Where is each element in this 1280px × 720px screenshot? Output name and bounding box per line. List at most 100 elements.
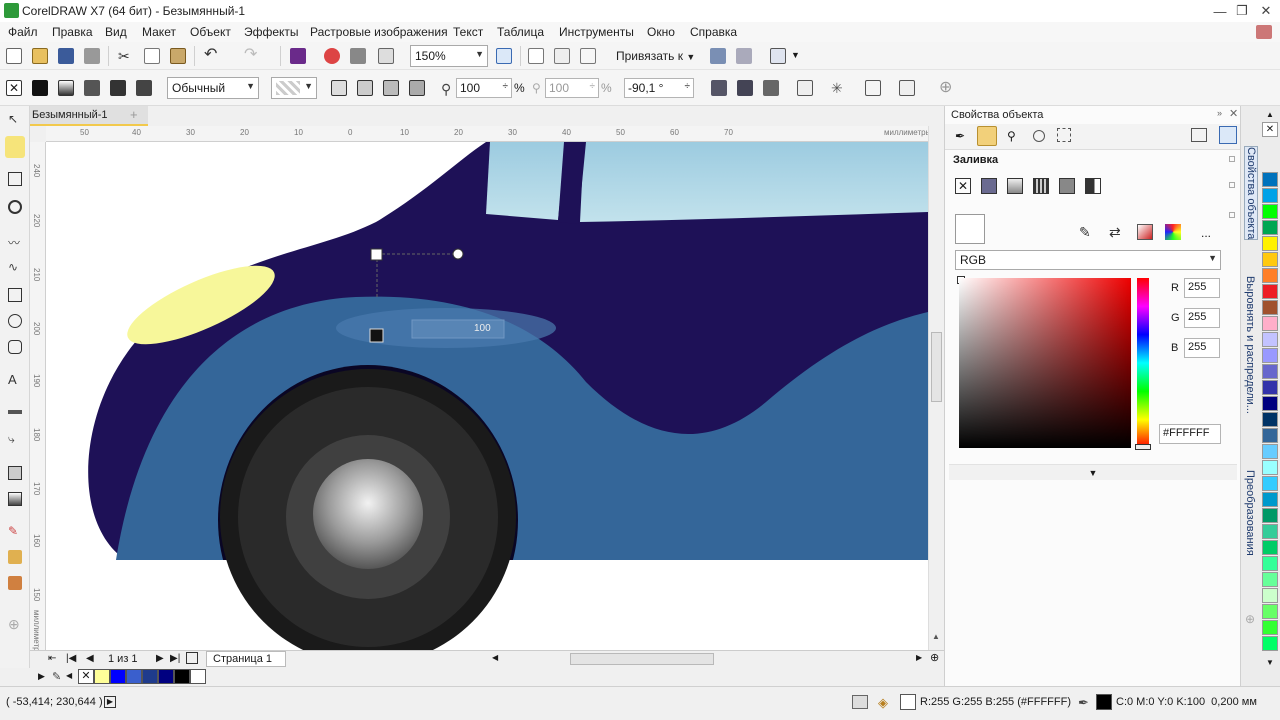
transparency-value-field[interactable]: 100 ÷ bbox=[456, 78, 512, 98]
menu-text[interactable]: Текст bbox=[453, 25, 483, 39]
menu-layout[interactable]: Макет bbox=[142, 25, 176, 39]
expand-icon[interactable] bbox=[1229, 212, 1235, 218]
text-tool-icon[interactable]: A bbox=[8, 372, 22, 387]
drawing-canvas[interactable]: 100 bbox=[46, 142, 928, 650]
menu-view[interactable]: Вид bbox=[105, 25, 127, 39]
transparency-start-node[interactable] bbox=[370, 248, 383, 261]
transparency-end-node[interactable] bbox=[452, 248, 464, 260]
menu-effects[interactable]: Эффекты bbox=[244, 25, 299, 39]
color-swatch[interactable] bbox=[1262, 380, 1278, 395]
pick-tool-icon[interactable]: ↖ bbox=[8, 112, 22, 126]
add-document-tab-icon[interactable]: + bbox=[130, 107, 138, 122]
expand-icon[interactable] bbox=[1229, 182, 1235, 188]
full-screen-preview-icon[interactable] bbox=[496, 48, 512, 64]
scroll-up-icon[interactable]: ▲ bbox=[932, 632, 940, 641]
interactive-fill-tool-icon[interactable] bbox=[8, 550, 22, 564]
export-web-icon[interactable] bbox=[378, 48, 394, 64]
free-scale-icon[interactable] bbox=[797, 80, 813, 96]
user-icon[interactable] bbox=[1256, 25, 1272, 39]
no-color-swatch[interactable]: ✕ bbox=[78, 669, 94, 684]
color-swatch[interactable] bbox=[1262, 524, 1278, 539]
color-swatch[interactable] bbox=[1262, 444, 1278, 459]
save-icon[interactable] bbox=[58, 48, 74, 64]
color-swatch[interactable] bbox=[1262, 540, 1278, 555]
shape-tool-icon[interactable] bbox=[5, 136, 25, 158]
color-swatch[interactable] bbox=[1262, 300, 1278, 315]
palette-scroll-down-icon[interactable]: ▼ bbox=[1266, 658, 1274, 667]
freehand-tool-icon[interactable]: 〰 bbox=[8, 234, 22, 250]
print-icon[interactable] bbox=[84, 48, 100, 64]
fountain-transparency-icon[interactable] bbox=[58, 80, 74, 96]
color-swatch[interactable] bbox=[1262, 428, 1278, 443]
color-swatch[interactable] bbox=[142, 669, 158, 684]
publish-pdf-icon[interactable] bbox=[350, 48, 366, 64]
scroll-right-icon[interactable]: ▶ bbox=[916, 653, 922, 662]
document-color-settings-icon[interactable] bbox=[852, 695, 868, 709]
crop-tool-icon[interactable] bbox=[8, 172, 22, 186]
zoom-navigator-icon[interactable]: ⊕ bbox=[930, 651, 939, 664]
color-swatch[interactable] bbox=[1262, 572, 1278, 587]
corners-tab-icon[interactable] bbox=[1033, 130, 1045, 142]
parallel-dimension-tool-icon[interactable] bbox=[8, 410, 22, 414]
color-swatch[interactable] bbox=[190, 669, 206, 684]
repeat-transparency-icon[interactable] bbox=[763, 80, 779, 96]
menu-help[interactable]: Справка bbox=[690, 25, 737, 39]
add-page-icon[interactable] bbox=[186, 652, 198, 664]
eyedropper-icon[interactable]: ✎ bbox=[1079, 224, 1091, 241]
linear-fountain-icon[interactable] bbox=[331, 80, 347, 96]
color-swatch[interactable] bbox=[94, 669, 110, 684]
text-frame-tab-icon[interactable] bbox=[1057, 128, 1071, 142]
color-swatch[interactable] bbox=[1262, 284, 1278, 299]
docker-view-icon[interactable] bbox=[1219, 126, 1237, 144]
show-rulers-icon[interactable] bbox=[528, 48, 544, 64]
color-palette-icon[interactable] bbox=[1165, 224, 1181, 240]
transparency-value2-field[interactable]: 100 ÷ bbox=[545, 78, 599, 98]
transparency-mid-node[interactable] bbox=[369, 328, 384, 343]
eyedropper-icon[interactable]: ✎ bbox=[52, 670, 61, 683]
prev-page-icon[interactable]: ◀ bbox=[86, 653, 94, 664]
palette-options-icon[interactable]: ◀ bbox=[66, 671, 72, 680]
zoom-level-combo[interactable]: 150% ▼ bbox=[410, 45, 488, 67]
more-options[interactable]: ... bbox=[1201, 226, 1211, 240]
color-swatch[interactable] bbox=[1262, 588, 1278, 603]
connector-tool-icon[interactable]: ⤷ bbox=[8, 432, 22, 446]
show-grid-icon[interactable] bbox=[554, 48, 570, 64]
elliptical-fountain-icon[interactable] bbox=[357, 80, 373, 96]
hubcap[interactable] bbox=[313, 459, 423, 569]
menu-table[interactable]: Таблица bbox=[497, 25, 544, 39]
fountain-fill-icon[interactable] bbox=[1007, 178, 1023, 194]
conical-fountain-icon[interactable] bbox=[383, 80, 399, 96]
bitmap-pattern-transparency-icon[interactable] bbox=[110, 80, 126, 96]
smart-fill-tool-icon[interactable] bbox=[8, 576, 22, 590]
horizontal-scroll-thumb[interactable] bbox=[570, 653, 714, 665]
drop-shadow-tool-icon[interactable] bbox=[8, 466, 22, 480]
no-fill-icon[interactable]: ✕ bbox=[955, 178, 971, 194]
color-swatch[interactable] bbox=[1262, 188, 1278, 203]
color-viewer-icon[interactable] bbox=[1137, 224, 1153, 240]
outline-color-indicator[interactable] bbox=[1096, 694, 1112, 710]
add-icon[interactable]: ⊕ bbox=[939, 80, 955, 96]
menu-file[interactable]: Файл bbox=[8, 25, 38, 39]
application-launcher-icon[interactable] bbox=[736, 48, 752, 64]
color-swatch[interactable] bbox=[174, 669, 190, 684]
no-transparency-icon[interactable]: ✕ bbox=[6, 80, 22, 96]
spinner-icon[interactable]: ÷ bbox=[503, 81, 509, 92]
hue-slider-handle[interactable] bbox=[1135, 444, 1151, 450]
snap-to-menu[interactable]: Привязать к ▼ bbox=[616, 49, 695, 63]
transparency-tab-icon[interactable]: ⚲ bbox=[1007, 129, 1016, 143]
uniform-transparency-icon[interactable] bbox=[32, 80, 48, 96]
fill-tab-icon[interactable] bbox=[977, 126, 997, 146]
ellipse-tool-icon[interactable] bbox=[8, 314, 22, 328]
g-value-field[interactable]: 255 bbox=[1184, 308, 1220, 328]
color-swatch[interactable] bbox=[1262, 636, 1278, 651]
color-swatch[interactable] bbox=[1262, 316, 1278, 331]
merge-mode-combo[interactable]: Обычный ▼ bbox=[167, 77, 259, 99]
car-window-large[interactable] bbox=[580, 142, 928, 222]
undo-icon[interactable]: ↶ bbox=[204, 47, 220, 63]
export-icon[interactable] bbox=[324, 48, 340, 64]
palette-scroll-up-icon[interactable]: ▲ bbox=[1266, 110, 1274, 119]
color-swatch[interactable] bbox=[1262, 556, 1278, 571]
color-swatch[interactable] bbox=[1262, 252, 1278, 267]
docker-close-icon[interactable]: ✕ bbox=[1229, 107, 1238, 120]
transparency-tool-icon[interactable] bbox=[8, 492, 22, 506]
